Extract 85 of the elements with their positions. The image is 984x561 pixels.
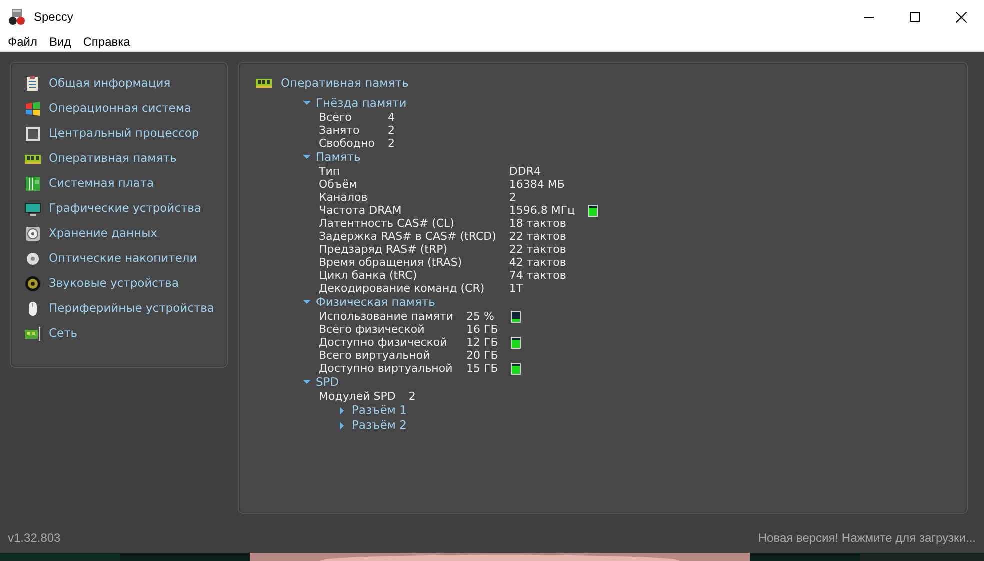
menu-item[interactable]: Справка	[77, 34, 136, 51]
tree-node[interactable]: Разъём 2	[352, 418, 407, 434]
hard-drive-icon	[25, 226, 41, 242]
maximize-icon	[910, 12, 920, 22]
property-label: Каналов	[319, 191, 369, 204]
sidebar-item[interactable]: Операционная система	[49, 96, 192, 121]
expand-arrow-icon[interactable]	[339, 406, 347, 415]
property-value: 18 тактов	[509, 217, 568, 230]
property-label: Доступно виртуальной	[319, 362, 454, 376]
speaker-icon	[25, 276, 41, 292]
collapse-arrow-icon[interactable]	[303, 154, 311, 162]
group-heading[interactable]: Физическая память	[316, 295, 436, 310]
menu-item[interactable]: Файл	[2, 34, 44, 51]
property-value: 22 тактов	[509, 230, 568, 244]
window-title: Speccy	[34, 9, 74, 26]
property-label: Объём	[319, 178, 358, 192]
level-meter	[511, 336, 522, 349]
circuit-board-icon	[25, 176, 41, 192]
property-value: 16384 МБ	[509, 178, 566, 192]
property-value: 4	[388, 111, 395, 124]
property-value: 2	[388, 124, 395, 138]
monitor-icon	[25, 200, 41, 216]
disc-icon	[25, 250, 41, 266]
property-value: 12 ГБ	[466, 336, 498, 350]
property-label: Цикл банка (tRC)	[319, 269, 418, 282]
property-label: Задержка RAS# в CAS# (tRCD)	[319, 230, 496, 244]
update-link[interactable]: Новая версия! Нажмите для загрузки...	[758, 529, 976, 547]
property-label: Декодирование команд (CR)	[319, 282, 486, 296]
property-label: Всего физической	[319, 323, 426, 336]
property-value: 74 тактов	[509, 269, 568, 282]
property-value: 2	[509, 191, 518, 204]
property-value: 2	[388, 137, 395, 150]
sidebar-item[interactable]: Оптические накопители	[49, 246, 198, 271]
clipboard-icon	[25, 76, 41, 92]
sidebar-item[interactable]: Хранение данных	[49, 221, 158, 246]
property-value: 25 %	[466, 310, 496, 324]
property-label: Частота DRAM	[319, 204, 403, 218]
property-value: 22 тактов	[509, 243, 568, 256]
group-heading[interactable]: SPD	[316, 375, 340, 390]
version-label: v1.32.803	[8, 530, 61, 547]
sidebar-item[interactable]: Графические устройства	[49, 196, 202, 221]
network-card-icon	[25, 326, 41, 342]
property-label: Тип	[319, 165, 342, 178]
level-meter	[511, 362, 522, 375]
property-value: DDR4	[509, 165, 542, 178]
property-label: Модулей SPD	[319, 390, 396, 404]
property-label: Всего	[319, 111, 353, 124]
property-label: Доступно физической	[319, 336, 448, 350]
collapse-arrow-icon[interactable]	[303, 298, 311, 307]
level-meter	[588, 204, 598, 217]
property-value: 42 тактов	[509, 256, 568, 270]
sidebar-item[interactable]: Оперативная память	[49, 146, 177, 171]
sidebar-item[interactable]: Сеть	[49, 321, 78, 346]
property-label: Время обращения (tRAS)	[319, 256, 464, 270]
expand-arrow-icon[interactable]	[339, 422, 347, 430]
property-value: 16 ГБ	[466, 323, 498, 336]
collapse-arrow-icon[interactable]	[303, 378, 311, 387]
menu-item[interactable]: Вид	[44, 34, 78, 51]
property-label: Латентность CAS# (CL)	[319, 217, 456, 230]
property-label: Свободно	[319, 137, 375, 150]
collapse-arrow-icon[interactable]	[303, 100, 311, 108]
memory-module-icon	[255, 78, 273, 90]
group-heading[interactable]: Память	[316, 150, 361, 166]
property-label: Занято	[319, 124, 361, 138]
sidebar-item[interactable]: Общая информация	[49, 71, 171, 96]
close-icon	[956, 12, 966, 22]
sidebar-item[interactable]: Периферийные устройства	[49, 296, 214, 321]
property-label: Всего виртуальной	[319, 349, 432, 362]
property-label: Использование памяти	[319, 310, 454, 324]
app-icon	[8, 9, 26, 25]
tree-node[interactable]: Разъём 1	[352, 403, 407, 418]
property-value: 1T	[509, 282, 524, 296]
sidebar-item[interactable]: Центральный процессор	[49, 121, 200, 146]
chip-icon	[25, 126, 41, 142]
section-title: Оперативная память	[281, 75, 409, 92]
sidebar-item[interactable]: Системная плата	[49, 171, 154, 196]
group-heading[interactable]: Гнёзда памяти	[316, 96, 407, 112]
property-value: 15 ГБ	[466, 362, 498, 376]
windows-flag-icon	[25, 100, 41, 116]
property-value: 2	[408, 390, 416, 404]
level-meter	[511, 310, 522, 323]
property-value: 1596.8 МГц	[509, 204, 576, 218]
property-label: Предзаряд RAS# (tRP)	[319, 243, 449, 256]
sidebar-item[interactable]: Звуковые устройства	[49, 271, 180, 296]
property-value: 20 ГБ	[466, 349, 498, 362]
